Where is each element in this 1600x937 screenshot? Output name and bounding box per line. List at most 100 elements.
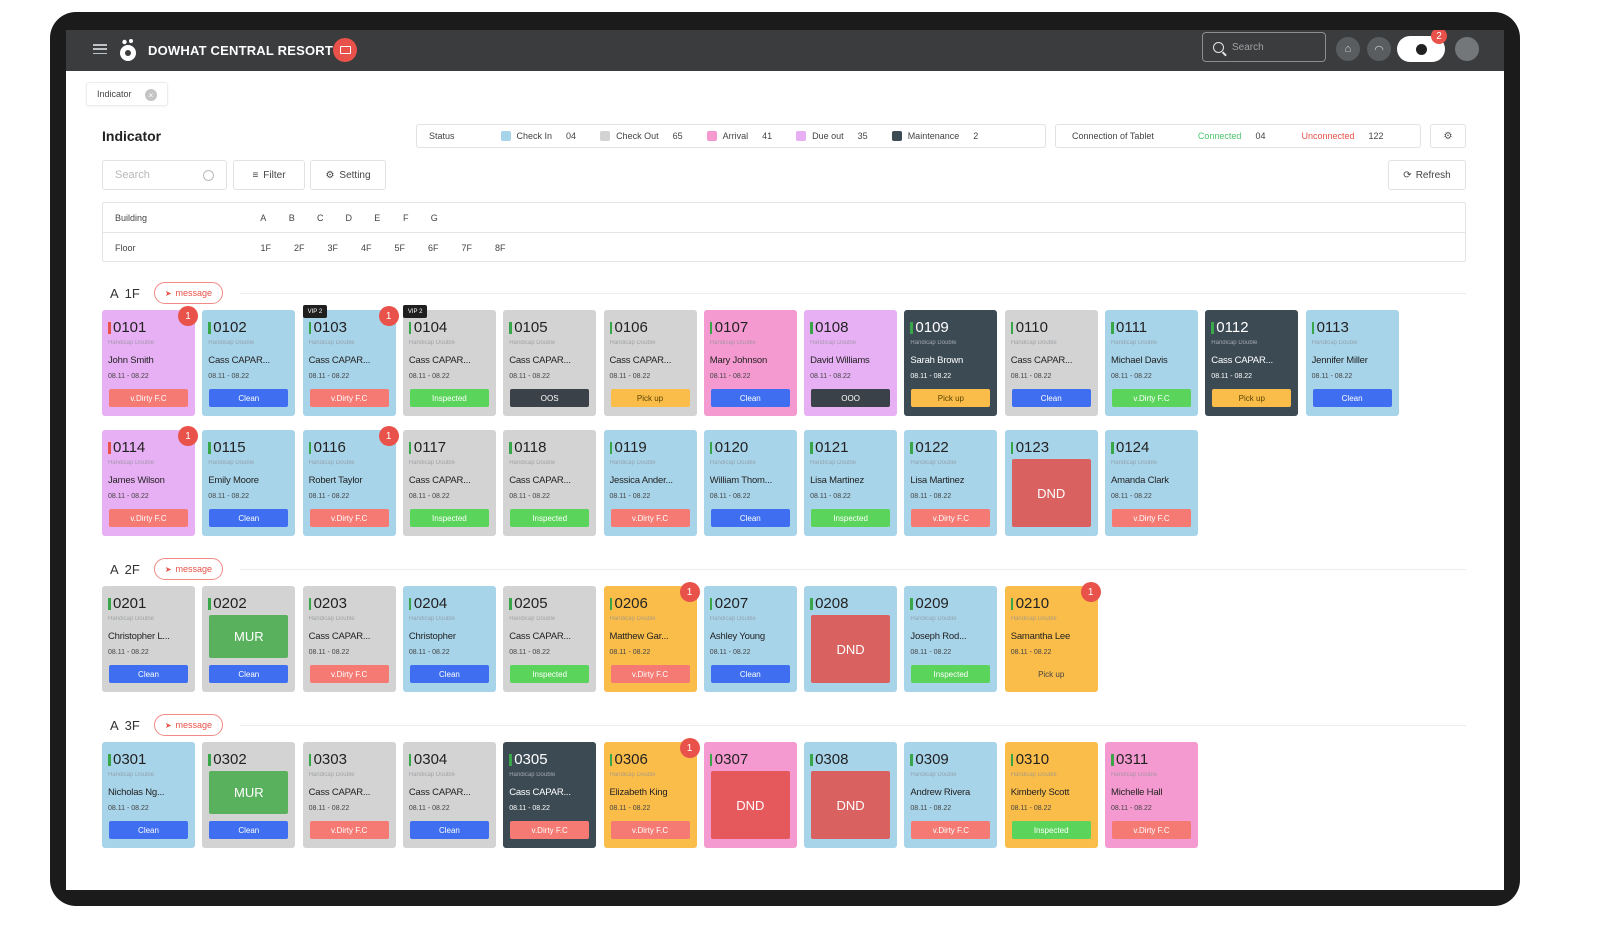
- building-option[interactable]: A: [249, 213, 278, 223]
- room-card[interactable]: 0117 Handicap Double Cass CAPAR... 08.11 - …: [402, 430, 496, 536]
- status-badge[interactable]: v.Dirty F.C: [1112, 821, 1191, 839]
- status-badge[interactable]: v.Dirty F.C: [610, 509, 690, 527]
- status-badge[interactable]: Inspected: [510, 665, 590, 683]
- building-option[interactable]: B: [278, 213, 307, 223]
- floor-option[interactable]: 8F: [484, 243, 518, 253]
- room-card[interactable]: 0208 DND: [804, 586, 898, 692]
- room-card[interactable]: 0309 Handicap Double Andrew Rivera 08.11 - …: [904, 742, 998, 848]
- room-card[interactable]: 0311 Handicap Double Michelle Hall 08.11 - …: [1105, 742, 1198, 848]
- room-card[interactable]: 0119 Handicap Double Jessica Ander... 08.11…: [603, 430, 697, 536]
- status-badge[interactable]: v.Dirty F.C: [1112, 389, 1191, 407]
- building-option[interactable]: E: [363, 213, 392, 223]
- status-badge[interactable]: Inspected: [911, 665, 991, 683]
- status-badge[interactable]: Clean: [109, 665, 188, 683]
- room-card[interactable]: 0112 Handicap Double Cass CAPAR... 08.11 - …: [1205, 310, 1299, 416]
- room-card[interactable]: 0201 Handicap Double Christopher L... 08.11…: [102, 586, 195, 692]
- room-card[interactable]: 0204 Handicap Double Christopher 08.11 - 08…: [402, 586, 496, 692]
- status-badge[interactable]: v.Dirty F.C: [1112, 509, 1191, 527]
- status-badge[interactable]: Inspected: [409, 509, 489, 527]
- building-option[interactable]: D: [335, 213, 364, 223]
- status-badge[interactable]: Clean: [209, 665, 289, 683]
- room-card[interactable]: 0120 Handicap Double William Thom... 08.11 …: [703, 430, 797, 536]
- status-badge[interactable]: Clean: [209, 389, 289, 407]
- room-card[interactable]: 0109 Handicap Double Sarah Brown 08.11 - 08…: [904, 310, 998, 416]
- menu-icon[interactable]: [93, 42, 107, 56]
- status-badge[interactable]: Clean: [710, 665, 790, 683]
- room-card[interactable]: 0101 Handicap Double John Smith 08.11 - 08.…: [102, 306, 198, 416]
- room-card[interactable]: 0203 Handicap Double Cass CAPAR... 08.11 - …: [302, 586, 396, 692]
- avatar[interactable]: [1455, 37, 1479, 61]
- status-badge[interactable]: v.Dirty F.C: [309, 821, 389, 839]
- status-badge[interactable]: Inspected: [811, 509, 891, 527]
- room-card[interactable]: 0122 Handicap Double Lisa Martinez 08.11 - …: [904, 430, 998, 536]
- room-card[interactable]: 0303 Handicap Double Cass CAPAR... 08.11 - …: [302, 742, 396, 848]
- status-badge[interactable]: OOO: [811, 389, 891, 407]
- room-card[interactable]: 0124 Handicap Double Amanda Clark 08.11 - 0…: [1105, 430, 1198, 536]
- status-badge[interactable]: Pick up: [610, 389, 690, 407]
- status-badge[interactable]: v.Dirty F.C: [510, 821, 590, 839]
- status-badge[interactable]: Clean: [710, 509, 790, 527]
- floor-option[interactable]: 4F: [350, 243, 384, 253]
- global-search-input[interactable]: Search: [1202, 32, 1326, 62]
- status-badge[interactable]: Pick up: [1012, 665, 1091, 683]
- room-card[interactable]: VIP 2 0104 Handicap Double Cass CAPAR... 08.…: [402, 305, 496, 416]
- room-card[interactable]: 0102 Handicap Double Cass CAPAR... 08.11 - …: [202, 310, 296, 416]
- room-card[interactable]: 0310 Handicap Double Kimberly Scott 08.11 -…: [1004, 742, 1098, 848]
- room-card[interactable]: 0105 Handicap Double Cass CAPAR... 08.11 - …: [503, 310, 597, 416]
- mail-icon[interactable]: [333, 38, 357, 62]
- room-card[interactable]: VIP 2 0103 Handicap Double Cass CAPAR... 08.…: [302, 305, 399, 416]
- status-badge[interactable]: v.Dirty F.C: [309, 665, 389, 683]
- room-card[interactable]: 0110 Handicap Double Cass CAPAR... 08.11 - …: [1004, 310, 1098, 416]
- status-badge[interactable]: v.Dirty F.C: [911, 821, 991, 839]
- room-card[interactable]: 0205 Handicap Double Cass CAPAR... 08.11 - …: [503, 586, 597, 692]
- message-button[interactable]: ➤ message: [153, 282, 224, 304]
- floor-option[interactable]: 6F: [417, 243, 451, 253]
- status-badge[interactable]: Clean: [209, 821, 289, 839]
- refresh-button[interactable]: ⟳ Refresh: [1388, 160, 1466, 190]
- floor-option[interactable]: 5F: [383, 243, 417, 253]
- settings-icon[interactable]: ⚙: [1430, 124, 1466, 148]
- status-badge[interactable]: Clean: [409, 665, 489, 683]
- room-card[interactable]: 0301 Handicap Double Nicholas Ng... 08.11 -…: [102, 742, 195, 848]
- room-card[interactable]: 0206 Handicap Double Matthew Gar... 08.11 -…: [603, 582, 700, 692]
- room-card[interactable]: 0305 Handicap Double Cass CAPAR... 08.11 - …: [503, 742, 597, 848]
- room-card[interactable]: 0121 Handicap Double Lisa Martinez 08.11 - …: [804, 430, 898, 536]
- building-option[interactable]: F: [392, 213, 421, 223]
- floor-option[interactable]: 3F: [316, 243, 350, 253]
- close-icon[interactable]: ×: [145, 89, 157, 101]
- room-card[interactable]: 0115 Handicap Double Emily Moore 08.11 - 08…: [202, 430, 296, 536]
- filter-button[interactable]: ≡ Filter: [233, 160, 305, 190]
- message-button[interactable]: ➤ message: [153, 558, 224, 580]
- status-badge[interactable]: Clean: [1312, 389, 1392, 407]
- status-badge[interactable]: v.Dirty F.C: [610, 665, 690, 683]
- room-card[interactable]: 0302 Clean MUR: [202, 742, 296, 848]
- room-card[interactable]: 0113 Handicap Double Jennifer Miller 08.11 …: [1305, 310, 1399, 416]
- search-input[interactable]: Search: [102, 160, 227, 190]
- status-badge[interactable]: Clean: [109, 821, 188, 839]
- room-card[interactable]: 0108 Handicap Double David Williams 08.11 -…: [804, 310, 898, 416]
- status-badge[interactable]: OOS: [510, 389, 590, 407]
- room-card[interactable]: 0307 DND: [703, 742, 797, 848]
- room-card[interactable]: 0123 DND: [1004, 430, 1098, 536]
- message-button[interactable]: ➤ message: [153, 714, 224, 736]
- room-card[interactable]: 0107 Handicap Double Mary Johnson 08.11 - 0…: [703, 310, 797, 416]
- room-card[interactable]: 0207 Handicap Double Ashley Young 08.11 - 0…: [703, 586, 797, 692]
- room-card[interactable]: 0116 Handicap Double Robert Taylor 08.11 - …: [302, 426, 399, 536]
- status-badge[interactable]: Inspected: [510, 509, 590, 527]
- floor-option[interactable]: 7F: [450, 243, 484, 253]
- status-badge[interactable]: Inspected: [1011, 821, 1091, 839]
- status-badge[interactable]: v.Dirty F.C: [109, 389, 188, 407]
- status-badge[interactable]: v.Dirty F.C: [309, 389, 389, 407]
- bell-icon[interactable]: ◠: [1367, 37, 1391, 61]
- status-badge[interactable]: Clean: [209, 509, 289, 527]
- building-option[interactable]: C: [306, 213, 335, 223]
- room-card[interactable]: 0308 DND: [804, 742, 898, 848]
- floor-option[interactable]: 2F: [283, 243, 317, 253]
- status-badge[interactable]: Pick up: [1212, 389, 1292, 407]
- status-badge[interactable]: Pick up: [911, 389, 991, 407]
- setting-button[interactable]: ⚙ Setting: [310, 160, 386, 190]
- room-card[interactable]: 0202 Clean MUR: [202, 586, 296, 692]
- status-badge[interactable]: v.Dirty F.C: [911, 509, 991, 527]
- status-badge[interactable]: v.Dirty F.C: [610, 821, 690, 839]
- status-badge[interactable]: Clean: [1011, 389, 1091, 407]
